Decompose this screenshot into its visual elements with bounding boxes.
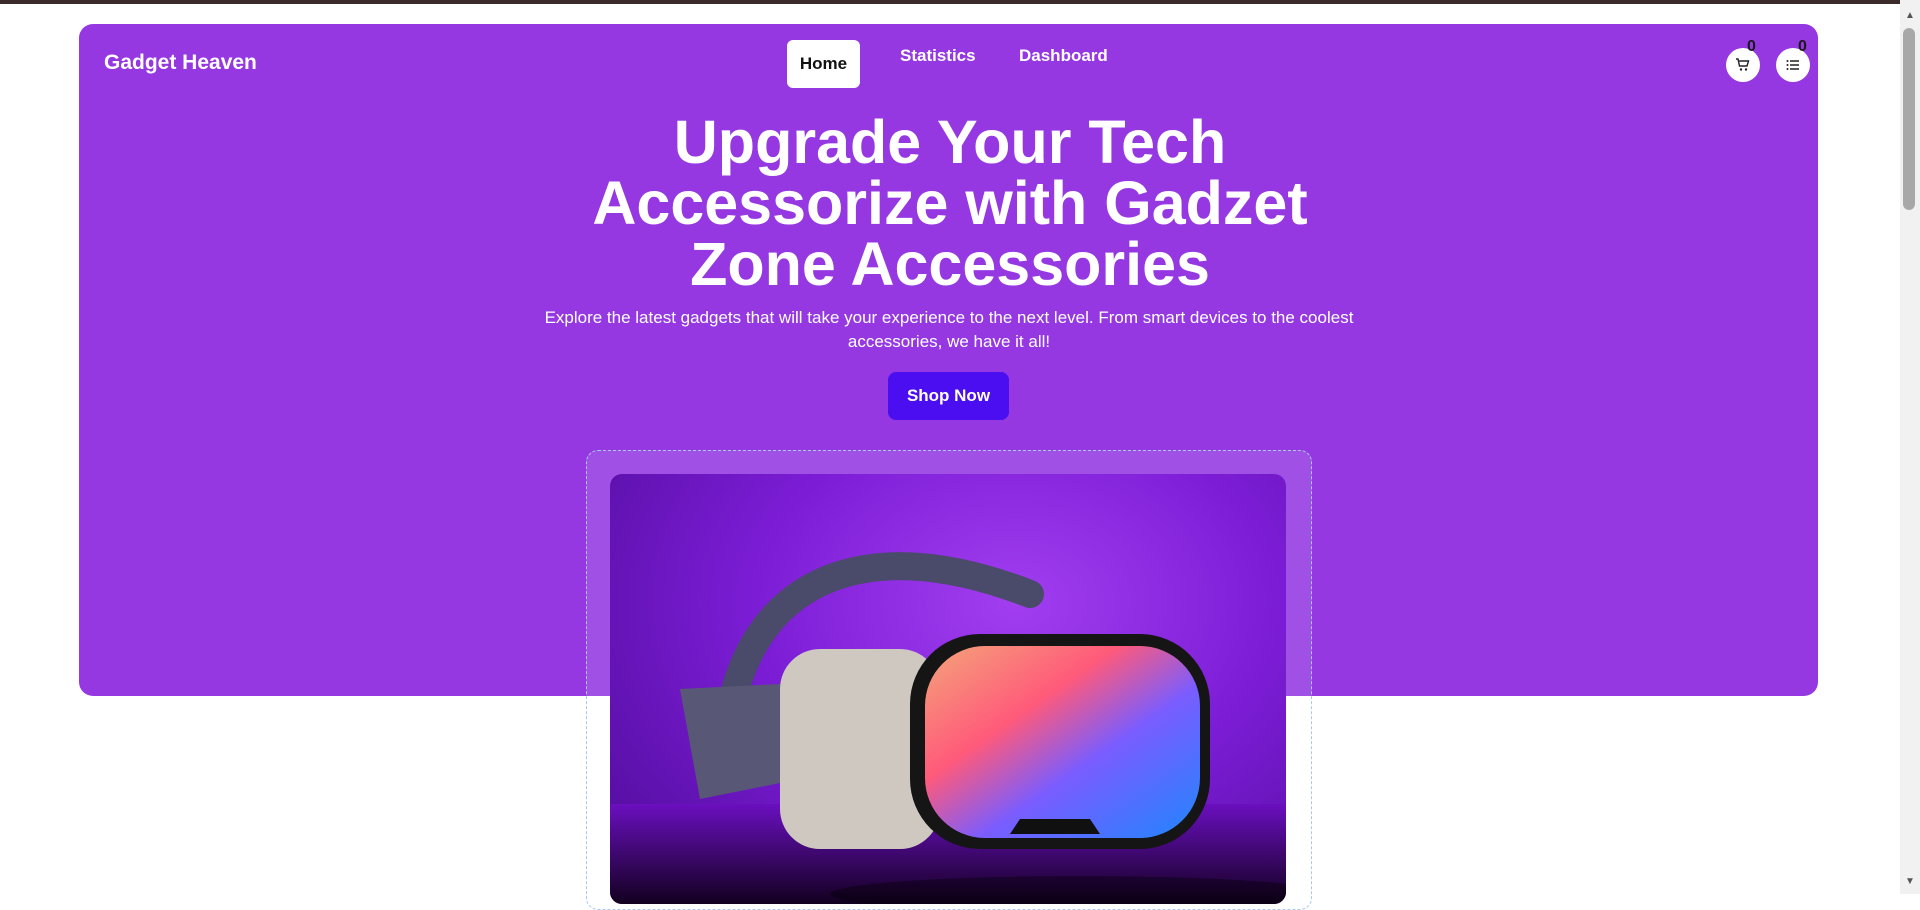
- hero-subtext: Explore the latest gadgets that will tak…: [544, 308, 1354, 351]
- main-nav: Home Statistics Dashboard: [0, 40, 1900, 90]
- vr-headset-image: [610, 474, 1286, 904]
- nav-home-link[interactable]: Home: [787, 40, 860, 88]
- shop-now-button[interactable]: Shop Now: [888, 372, 1009, 420]
- scrollbar-thumb[interactable]: [1903, 28, 1915, 210]
- vr-headset-illustration: [610, 552, 1286, 904]
- nav-dashboard-link[interactable]: Dashboard: [1019, 46, 1108, 66]
- wishlist-count-badge: 0: [1798, 38, 1807, 55]
- list-icon: [1786, 60, 1799, 70]
- scroll-down-arrow-icon[interactable]: ▼: [1905, 876, 1915, 887]
- scroll-up-arrow-icon[interactable]: ▲: [1905, 10, 1915, 21]
- cart-count-badge: 0: [1747, 38, 1756, 55]
- hero-headline: Upgrade Your Tech Accessorize with Gadze…: [500, 112, 1400, 295]
- hero-headline-line: Accessorize with Gadzet: [592, 169, 1308, 237]
- shopping-cart-icon: [1736, 58, 1750, 71]
- hero-headline-line: Upgrade Your Tech: [673, 108, 1227, 176]
- hero-headline-line: Zone Accessories: [690, 230, 1210, 298]
- page: Gadget Heaven Home Statistics Dashboard …: [0, 4, 1900, 910]
- nav-statistics-link[interactable]: Statistics: [900, 46, 976, 66]
